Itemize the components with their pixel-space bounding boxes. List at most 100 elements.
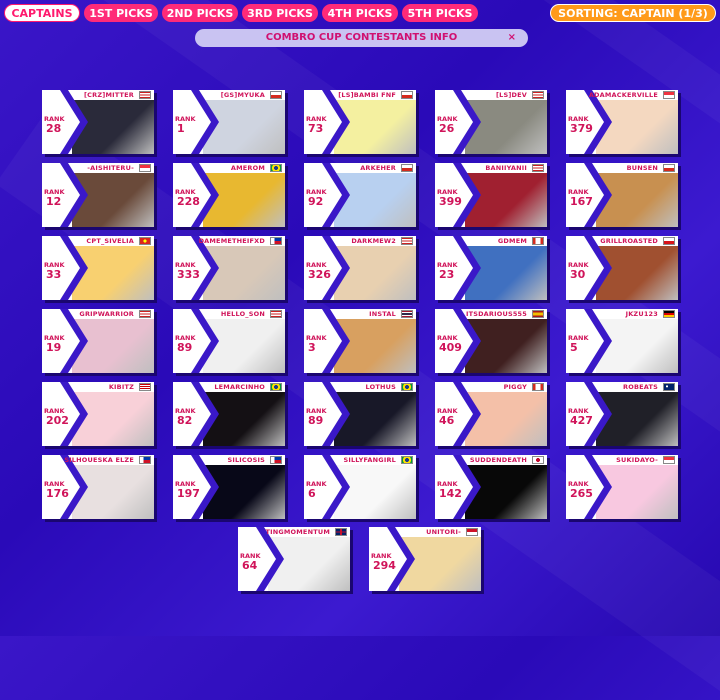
rank-value: 167 <box>570 195 593 208</box>
contestant-name: [LS]BAMBI FNF <box>338 91 396 99</box>
rank-value: 6 <box>308 487 316 500</box>
contestant-name: HELLO_SON <box>220 310 265 318</box>
rank-value: 33 <box>46 268 62 281</box>
tab-3rd-picks[interactable]: 3RD PICKS <box>242 4 318 22</box>
tab-5th-picks[interactable]: 5TH PICKS <box>402 4 478 22</box>
flag-vn-icon <box>139 237 151 245</box>
flag-au-icon <box>663 383 675 391</box>
rank-value: 92 <box>308 195 324 208</box>
contestant-card[interactable]: BUNSEN RANK 167 <box>566 163 678 227</box>
sorting-button[interactable]: SORTING: CAPTAIN (1/3) <box>550 4 716 22</box>
contestant-name: TINGMOMENTUM <box>265 528 330 536</box>
contestant-card[interactable]: ITSDARIOUS555 RANK 409 <box>435 309 547 373</box>
contestant-name: ROBEATS <box>623 383 658 391</box>
rank-value: 176 <box>46 487 69 500</box>
flag-cz-icon <box>663 237 675 245</box>
contestant-card[interactable]: GRIPWARRIOR RANK 19 <box>42 309 154 373</box>
tab-captains[interactable]: CAPTAINS <box>4 4 80 22</box>
contestant-card[interactable]: SUKIDAYO- RANK 265 <box>566 455 678 519</box>
contestant-card[interactable]: HELLO_SON RANK 89 <box>173 309 285 373</box>
contestant-name: -AISHITERU- <box>87 164 134 172</box>
contestant-card[interactable]: CPT_SIVELIA RANK 33 <box>42 236 154 300</box>
rank-value: 265 <box>570 487 593 500</box>
contestant-name: DARKMEW2 <box>351 237 396 245</box>
contestant-card[interactable]: [GS]MYUKA RANK 1 <box>173 90 285 154</box>
contestant-card[interactable]: LOTHUS RANK 89 <box>304 382 416 446</box>
rank-value: 409 <box>439 341 462 354</box>
flag-kr-icon <box>532 456 544 464</box>
flag-ph-icon <box>270 237 282 245</box>
flag-us-icon <box>139 91 151 99</box>
flag-us-icon <box>270 310 282 318</box>
contestant-name: LEMARCINHO <box>214 383 265 391</box>
contestant-card[interactable]: BANIIYANII RANK 399 <box>435 163 547 227</box>
flag-sg-icon <box>663 456 675 464</box>
contestant-name: ARKEHER <box>360 164 396 172</box>
contestant-name: INSTAL <box>369 310 396 318</box>
contestant-name: GRIPWARRIOR <box>79 310 134 318</box>
rank-value: 379 <box>570 122 593 135</box>
flag-id-icon <box>466 528 478 536</box>
rank-value: 73 <box>308 122 324 135</box>
contestant-card[interactable]: [CRZ]MITTER RANK 28 <box>42 90 154 154</box>
contestant-card[interactable]: AMEROM RANK 228 <box>173 163 285 227</box>
contestant-card[interactable]: ROBEATS RANK 427 <box>566 382 678 446</box>
contestant-name: SILICOSIS <box>227 456 265 464</box>
rank-value: 89 <box>308 414 324 427</box>
contestant-name: ADAMACKERVILLE <box>588 91 658 99</box>
contestant-name: AMEROM <box>230 164 265 172</box>
contestant-card[interactable]: ADAMACKERVILLE RANK 379 <box>566 90 678 154</box>
contestant-card[interactable]: SILHOUESKA ELZE RANK 176 <box>42 455 154 519</box>
rank-value: 64 <box>242 559 258 572</box>
contestant-name: [CRZ]MITTER <box>84 91 134 99</box>
flag-th-icon <box>401 310 413 318</box>
contestant-card[interactable]: JKZU123 RANK 5 <box>566 309 678 373</box>
rank-value: 202 <box>46 414 69 427</box>
tab-1st-picks[interactable]: 1ST PICKS <box>84 4 158 22</box>
rank-value: 197 <box>177 487 200 500</box>
contestant-name: GRILLROASTED <box>600 237 658 245</box>
tab-4th-picks[interactable]: 4TH PICKS <box>322 4 398 22</box>
contestant-card[interactable]: SILLYFANGIRL RANK 6 <box>304 455 416 519</box>
contestant-card[interactable]: DARKMEW2 RANK 326 <box>304 236 416 300</box>
flag-sg-icon <box>663 91 675 99</box>
contestant-card[interactable]: ARKEHER RANK 92 <box>304 163 416 227</box>
contestant-card[interactable]: GRILLROASTED RANK 30 <box>566 236 678 300</box>
contestant-card[interactable]: PIGGY RANK 46 <box>435 382 547 446</box>
contestant-card[interactable]: [LS]BAMBI FNF RANK 73 <box>304 90 416 154</box>
contestant-card[interactable]: [LS]DEV RANK 26 <box>435 90 547 154</box>
rank-value: 228 <box>177 195 200 208</box>
contestant-name: UNITORI- <box>426 528 461 536</box>
contestant-card[interactable]: DAMEMETHEIFXD RANK 333 <box>173 236 285 300</box>
contestant-card[interactable]: LEMARCINHO RANK 82 <box>173 382 285 446</box>
rank-value: 294 <box>373 559 396 572</box>
contestants-info-bar: COMBRO CUP CONTESTANTS INFO × <box>195 29 528 47</box>
rank-value: 30 <box>570 268 586 281</box>
info-bar-title: COMBRO CUP CONTESTANTS INFO <box>265 32 458 43</box>
rank-value: 89 <box>177 341 193 354</box>
close-icon[interactable]: × <box>508 29 516 47</box>
contestant-card[interactable]: TINGMOMENTUM RANK 64 <box>238 527 350 591</box>
contestant-name: CPT_SIVELIA <box>86 237 134 245</box>
contestant-card[interactable]: UNITORI- RANK 294 <box>369 527 481 591</box>
tab-2nd-picks[interactable]: 2ND PICKS <box>162 4 238 22</box>
contestant-card[interactable]: GDMEM RANK 23 <box>435 236 547 300</box>
rank-value: 326 <box>308 268 331 281</box>
contestant-name: [GS]MYUKA <box>220 91 265 99</box>
rank-value: 26 <box>439 122 455 135</box>
flag-my-icon <box>139 383 151 391</box>
contestant-card[interactable]: KIBITZ RANK 202 <box>42 382 154 446</box>
rank-value: 82 <box>177 414 193 427</box>
rank-value: 3 <box>308 341 316 354</box>
flag-us-icon <box>401 237 413 245</box>
contestant-card[interactable]: -AISHITERU- RANK 12 <box>42 163 154 227</box>
rank-value: 1 <box>177 122 185 135</box>
flag-gb-icon <box>335 528 347 536</box>
contestant-card[interactable]: INSTAL RANK 3 <box>304 309 416 373</box>
rank-value: 399 <box>439 195 462 208</box>
flag-cl-icon <box>401 91 413 99</box>
flag-br-icon <box>401 383 413 391</box>
flag-br-icon <box>270 164 282 172</box>
contestant-card[interactable]: SILICOSIS RANK 197 <box>173 455 285 519</box>
contestant-card[interactable]: SUDDENDEATH RANK 142 <box>435 455 547 519</box>
